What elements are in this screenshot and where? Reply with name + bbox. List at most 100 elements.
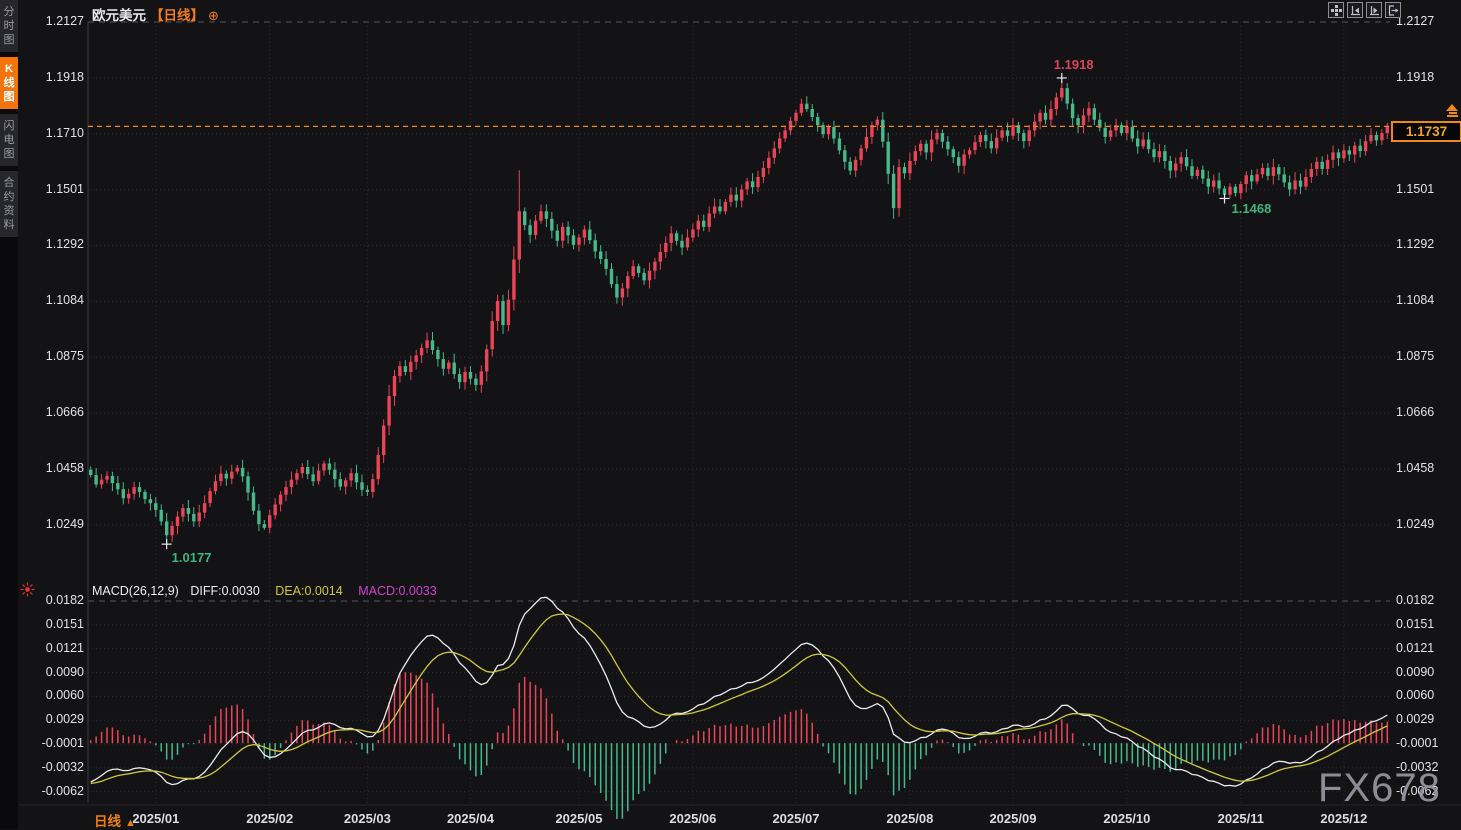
candlestick	[539, 211, 542, 220]
candlestick	[160, 510, 163, 522]
chart-settings-icon[interactable]: ⊕	[208, 8, 219, 23]
candlestick	[718, 207, 721, 212]
candlestick	[1071, 104, 1074, 119]
candlestick	[1207, 179, 1210, 187]
candlestick	[1353, 146, 1356, 155]
candlestick	[637, 266, 640, 273]
candlestick	[1169, 161, 1172, 171]
candlestick	[800, 104, 803, 113]
candlestick	[371, 479, 374, 492]
candlestick	[1293, 181, 1296, 190]
sidebar-tab-chart-type[interactable]: 合约资料	[0, 171, 18, 237]
candlestick	[675, 233, 678, 241]
candlestick	[935, 133, 938, 139]
candlestick	[887, 142, 890, 174]
candlestick	[1369, 135, 1372, 141]
candlestick	[453, 363, 456, 375]
candlestick	[225, 474, 228, 479]
candlestick	[111, 476, 114, 483]
watermark: FX678	[1318, 766, 1441, 811]
candlestick	[127, 494, 130, 499]
candlestick	[105, 476, 108, 480]
candlestick-chart[interactable]	[0, 0, 1461, 829]
candlestick	[311, 474, 314, 481]
candlestick	[1228, 187, 1231, 195]
candlestick	[132, 487, 135, 494]
candlestick	[425, 340, 428, 348]
candlestick	[621, 288, 624, 297]
candlestick	[686, 238, 689, 248]
sidebar-tab-active[interactable]: K线图	[0, 57, 18, 109]
period-selector[interactable]: 日线▲	[94, 810, 136, 830]
candlestick	[783, 130, 786, 138]
scroll-to-end-icon[interactable]	[1366, 2, 1382, 18]
candlestick	[1266, 168, 1269, 176]
pan-icon[interactable]	[1328, 2, 1344, 18]
sidebar-tab-chart-type[interactable]: 分时图	[0, 0, 18, 52]
candlestick	[474, 379, 477, 385]
candlestick	[1109, 130, 1112, 136]
candlestick	[1304, 177, 1307, 187]
candlestick	[1217, 181, 1220, 189]
candlestick	[1060, 88, 1063, 97]
candlestick	[382, 426, 385, 456]
symbol-name: 欧元美元	[92, 8, 146, 23]
candlestick	[1066, 88, 1069, 104]
candlestick	[469, 372, 472, 379]
candlestick	[995, 138, 998, 149]
macd-settings-icon[interactable]	[20, 582, 35, 597]
candlestick	[143, 492, 146, 499]
candlestick	[501, 301, 504, 325]
candlestick	[773, 148, 776, 157]
macd-macd-value: MACD:0.0033	[358, 584, 437, 598]
candlestick	[317, 471, 320, 482]
candlestick	[274, 505, 277, 516]
period-selector-label: 日线	[94, 814, 121, 829]
macd-params: MACD(26,12,9)	[92, 584, 179, 598]
candlestick	[1076, 118, 1079, 125]
candlestick	[279, 495, 282, 505]
macd-dea-value: DEA:0.0014	[275, 584, 342, 598]
candlestick	[1163, 151, 1166, 161]
candlestick	[610, 269, 613, 284]
chart-title: 欧元美元【日线】⊕	[92, 4, 219, 24]
candlestick	[653, 262, 656, 271]
exit-chart-icon[interactable]	[1385, 2, 1401, 18]
sidebar-tab-chart-type[interactable]: 闪电图	[0, 114, 18, 166]
candlestick	[94, 475, 97, 484]
candlestick	[702, 221, 705, 227]
candlestick	[154, 503, 157, 510]
candlestick	[708, 214, 711, 227]
candlestick	[458, 374, 461, 382]
candlestick	[295, 473, 298, 479]
candlestick	[415, 355, 418, 361]
candlestick	[1185, 157, 1188, 166]
candlestick	[1049, 109, 1052, 120]
candlestick	[1093, 108, 1096, 120]
candlestick	[1044, 113, 1047, 120]
candlestick	[1342, 150, 1345, 158]
candlestick	[816, 117, 819, 125]
candlestick	[908, 161, 911, 173]
candlestick	[767, 158, 770, 168]
candlestick	[181, 508, 184, 517]
chart-toolbar	[1328, 2, 1401, 18]
candlestick	[827, 127, 830, 134]
candlestick	[1212, 181, 1215, 187]
candlestick	[1082, 115, 1085, 125]
candlestick	[903, 167, 906, 173]
candlestick	[897, 167, 900, 208]
candlestick	[973, 142, 976, 150]
candlestick	[301, 467, 304, 473]
candlestick	[1288, 182, 1291, 189]
candlestick	[431, 340, 434, 350]
scroll-to-start-icon[interactable]	[1347, 2, 1363, 18]
candlestick	[968, 150, 971, 154]
candlestick	[1136, 139, 1139, 147]
candlestick	[642, 273, 645, 281]
candlestick	[843, 150, 846, 162]
candlestick	[1310, 169, 1313, 177]
candlestick	[268, 515, 271, 528]
candlestick	[284, 487, 287, 495]
candlestick	[778, 139, 781, 149]
